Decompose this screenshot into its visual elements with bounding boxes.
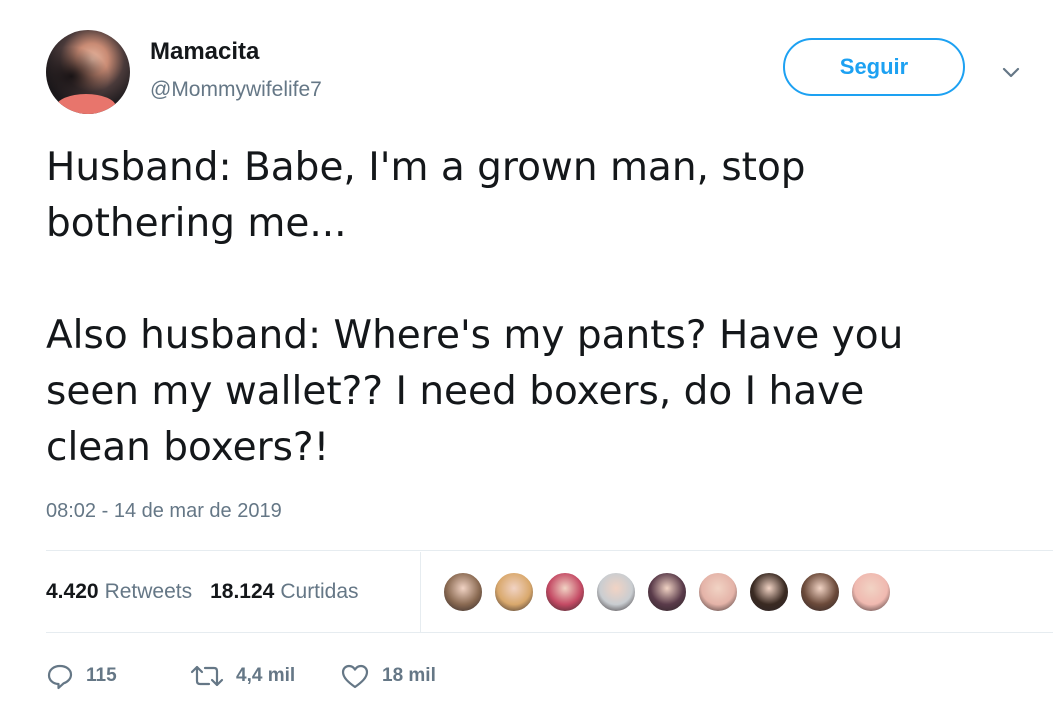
like-count: 18 mil bbox=[382, 665, 436, 686]
author-display-name[interactable]: Mamacita bbox=[150, 38, 259, 66]
like-button[interactable]: 18 mil bbox=[340, 662, 460, 690]
tweet-actions: 115 4,4 mil 18 mil bbox=[46, 656, 460, 696]
reply-icon bbox=[47, 664, 73, 690]
divider-top bbox=[46, 550, 1053, 551]
stats-separator bbox=[420, 552, 421, 632]
avatar-shirt bbox=[56, 94, 116, 114]
avatar[interactable] bbox=[46, 30, 130, 114]
author-handle[interactable]: @Mommywifelife7 bbox=[150, 78, 322, 102]
retweets-stat[interactable]: 4.420 Retweets bbox=[46, 580, 192, 604]
likes-stat[interactable]: 18.124 Curtidas bbox=[210, 580, 358, 604]
liker-avatar[interactable] bbox=[748, 571, 790, 613]
liker-avatar[interactable] bbox=[850, 571, 892, 613]
tweet-timestamp[interactable]: 08:02 - 14 de mar de 2019 bbox=[46, 500, 282, 523]
retweets-label: Retweets bbox=[104, 580, 193, 603]
tweet-stats: 4.420 Retweets 18.124 Curtidas bbox=[46, 552, 420, 632]
liker-avatar[interactable] bbox=[697, 571, 739, 613]
liker-avatar[interactable] bbox=[544, 571, 586, 613]
follow-button[interactable]: Seguir bbox=[783, 38, 965, 96]
chevron-down-icon[interactable] bbox=[996, 58, 1026, 88]
retweets-count: 4.420 bbox=[46, 580, 99, 603]
likes-label: Curtidas bbox=[280, 580, 359, 603]
heart-icon bbox=[341, 664, 369, 689]
reply-count: 115 bbox=[86, 665, 117, 686]
reply-button[interactable]: 115 bbox=[46, 662, 184, 690]
liker-avatar[interactable] bbox=[799, 571, 841, 613]
liker-avatars bbox=[442, 571, 901, 613]
liker-avatar[interactable] bbox=[442, 571, 484, 613]
retweet-icon bbox=[190, 665, 224, 687]
liker-avatar[interactable] bbox=[646, 571, 688, 613]
retweet-count: 4,4 mil bbox=[236, 665, 296, 686]
retweet-button[interactable]: 4,4 mil bbox=[190, 662, 340, 690]
divider-bottom bbox=[46, 632, 1053, 633]
liker-avatar[interactable] bbox=[595, 571, 637, 613]
tweet-text: Husband: Babe, I'm a grown man, stop bot… bbox=[46, 145, 904, 470]
liker-avatar[interactable] bbox=[493, 571, 535, 613]
likes-count: 18.124 bbox=[210, 580, 275, 603]
